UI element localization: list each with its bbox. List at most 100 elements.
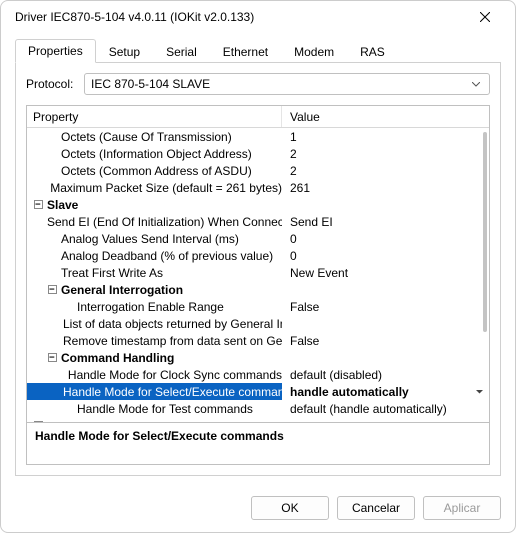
property-value-cell[interactable]: [282, 196, 489, 213]
property-value-cell[interactable]: 261: [282, 179, 489, 196]
vertical-scrollbar[interactable]: [483, 132, 487, 332]
tab-serial[interactable]: Serial: [153, 40, 210, 63]
tab-properties[interactable]: Properties: [15, 39, 96, 63]
property-name-label: Maximum Packet Size (default = 261 bytes…: [50, 181, 282, 195]
property-name-cell: Analog Values Send Interval (ms): [27, 230, 282, 247]
tab-ras[interactable]: RAS: [347, 40, 398, 63]
property-name-label: Analog Deadband (% of previous value): [61, 249, 273, 263]
property-name-label: Treat First Write As: [61, 266, 163, 280]
chevron-down-icon: [469, 82, 483, 87]
property-name-cell: Send EI (End Of Initialization) When Con…: [27, 213, 282, 230]
property-row[interactable]: Handle Mode for Clock Sync commandsdefau…: [27, 366, 489, 383]
property-name-label: Octets (Common Address of ASDU): [61, 164, 252, 178]
property-name-label: Handle Mode for Select/Execute commands: [63, 385, 282, 399]
property-name-cell: −Slave: [27, 196, 282, 213]
property-name-label: Handle Mode for Clock Sync commands: [68, 368, 282, 382]
property-value-label: handle automatically: [290, 385, 473, 399]
property-name-label: Interrogation Enable Range: [77, 300, 224, 314]
content-area: PropertiesSetupSerialEthernetModemRAS Pr…: [1, 33, 515, 486]
property-value-cell[interactable]: default (disabled): [282, 366, 489, 383]
property-row[interactable]: Analog Deadband (% of previous value) 0: [27, 247, 489, 264]
dialog-window: Driver IEC870-5-104 v4.0.11 (IOKit v2.0.…: [0, 0, 516, 533]
tab-modem[interactable]: Modem: [281, 40, 347, 63]
property-value-label: 1: [290, 130, 489, 144]
property-row[interactable]: Octets (Information Object Address) 2: [27, 145, 489, 162]
property-name-cell: Handle Mode for Clock Sync commands: [27, 366, 282, 383]
property-name-cell: Maximum Packet Size (default = 261 bytes…: [27, 179, 282, 196]
dialog-buttons: OK Cancelar Aplicar: [1, 486, 515, 532]
property-value-cell[interactable]: default (handle automatically): [282, 400, 489, 417]
property-value-cell[interactable]: 1: [282, 128, 489, 145]
property-row[interactable]: −General Interrogation: [27, 281, 489, 298]
property-value-cell[interactable]: Send EI: [282, 213, 489, 230]
property-row[interactable]: Send EI (End Of Initialization) When Con…: [27, 213, 489, 230]
expand-icon[interactable]: +: [34, 421, 43, 422]
property-name-label: Send EI (End Of Initialization) When Con…: [47, 215, 282, 229]
window-title: Driver IEC870-5-104 v4.0.11 (IOKit v2.0.…: [15, 10, 463, 24]
property-row[interactable]: Interrogation Enable Range False: [27, 298, 489, 315]
property-value-cell[interactable]: False: [282, 298, 489, 315]
property-value-label: Send EI: [290, 215, 489, 229]
property-row[interactable]: List of data objects returned by General…: [27, 315, 489, 332]
chevron-down-icon[interactable]: [473, 386, 485, 398]
property-value-label: New Event: [290, 266, 489, 280]
property-row[interactable]: Remove timestamp from data sent on Gener…: [27, 332, 489, 349]
property-row[interactable]: −Slave: [27, 196, 489, 213]
property-value-cell[interactable]: [282, 281, 489, 298]
property-row[interactable]: Handle Mode for Test commands default (ha…: [27, 400, 489, 417]
property-value-cell[interactable]: 0: [282, 230, 489, 247]
collapse-icon[interactable]: −: [48, 285, 57, 294]
property-value-label: 2: [290, 147, 489, 161]
grid-header: Property Value: [27, 106, 489, 128]
property-value-cell[interactable]: 0: [282, 247, 489, 264]
property-row[interactable]: Octets (Cause Of Transmission) 1: [27, 128, 489, 145]
property-row[interactable]: Handle Mode for Select/Execute commands h…: [27, 383, 489, 400]
property-value-cell[interactable]: [282, 417, 489, 422]
property-row[interactable]: +: [27, 417, 489, 422]
property-row[interactable]: Octets (Common Address of ASDU) 2: [27, 162, 489, 179]
property-name-cell: Octets (Cause Of Transmission): [27, 128, 282, 145]
protocol-row: Protocol: IEC 870-5-104 SLAVE: [26, 73, 490, 95]
tab-setup[interactable]: Setup: [96, 40, 153, 63]
property-grid: Property Value Octets (Cause Of Transmis…: [26, 105, 490, 423]
protocol-label: Protocol:: [26, 77, 76, 91]
property-name-label: Slave: [47, 198, 78, 212]
property-value-cell[interactable]: [282, 315, 489, 332]
property-name-label: List of data objects returned by General…: [63, 317, 282, 331]
property-name-cell: Handle Mode for Select/Execute commands: [27, 383, 282, 400]
property-value-cell[interactable]: False: [282, 332, 489, 349]
property-row[interactable]: Treat First Write As New Event: [27, 264, 489, 281]
property-name-label: Command Handling: [61, 351, 174, 365]
protocol-combobox[interactable]: IEC 870-5-104 SLAVE: [84, 73, 490, 95]
grid-body: Octets (Cause Of Transmission)1Octets (I…: [27, 128, 489, 422]
description-panel: Handle Mode for Select/Execute commands: [26, 423, 490, 465]
property-value-label: False: [290, 300, 489, 314]
property-value-cell[interactable]: handle automatically: [282, 383, 489, 400]
collapse-icon[interactable]: −: [34, 200, 43, 209]
property-value-label: 2: [290, 164, 489, 178]
grid-header-property[interactable]: Property: [27, 106, 282, 127]
property-name-cell: Handle Mode for Test commands: [27, 400, 282, 417]
property-name-cell: List of data objects returned by General…: [27, 315, 282, 332]
ok-button[interactable]: OK: [251, 496, 329, 520]
tab-strip: PropertiesSetupSerialEthernetModemRAS: [15, 39, 501, 63]
property-value-cell[interactable]: 2: [282, 145, 489, 162]
property-value-cell[interactable]: New Event: [282, 264, 489, 281]
property-value-label: default (handle automatically): [290, 402, 489, 416]
tab-ethernet[interactable]: Ethernet: [210, 40, 281, 63]
property-name-cell: Interrogation Enable Range: [27, 298, 282, 315]
close-button[interactable]: [463, 2, 507, 32]
collapse-icon[interactable]: −: [48, 353, 57, 362]
property-value-cell[interactable]: 2: [282, 162, 489, 179]
apply-button[interactable]: Aplicar: [423, 496, 501, 520]
property-name-label: Octets (Information Object Address): [61, 147, 252, 161]
cancel-button[interactable]: Cancelar: [337, 496, 415, 520]
property-row[interactable]: Maximum Packet Size (default = 261 bytes…: [27, 179, 489, 196]
property-name-cell: +: [27, 417, 282, 422]
property-value-cell[interactable]: [282, 349, 489, 366]
property-row[interactable]: −Command Handling: [27, 349, 489, 366]
property-row[interactable]: Analog Values Send Interval (ms)0: [27, 230, 489, 247]
grid-header-value[interactable]: Value: [282, 106, 489, 127]
property-name-cell: −Command Handling: [27, 349, 282, 366]
property-name-cell: Analog Deadband (% of previous value): [27, 247, 282, 264]
